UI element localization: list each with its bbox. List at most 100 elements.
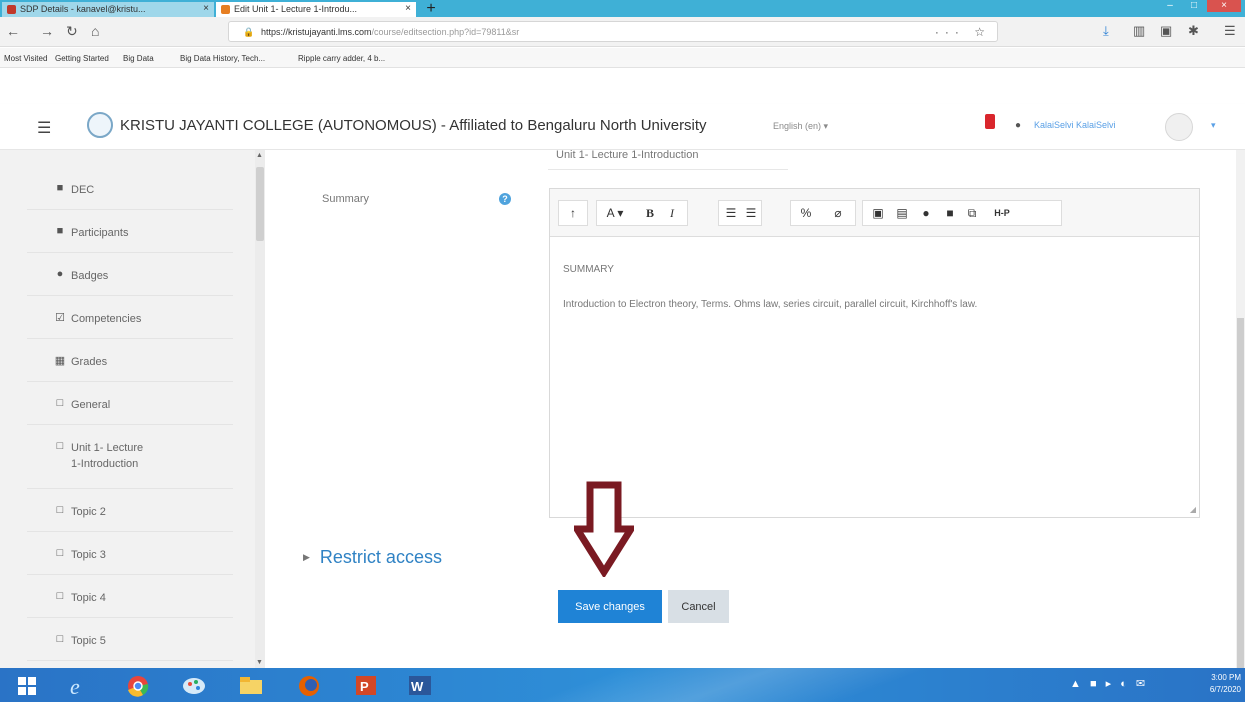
caret-right-icon: ▶	[303, 552, 310, 562]
save-changes-button[interactable]: Save changes	[558, 590, 662, 623]
folder-icon: □	[56, 633, 64, 645]
ordered-list-icon[interactable]: ☰	[742, 206, 760, 220]
manage-files-icon[interactable]: ⧉	[963, 206, 981, 221]
page-scrollbar-thumb[interactable]	[1237, 318, 1244, 668]
user-avatar[interactable]	[1165, 113, 1193, 141]
sidebar-item-unit-1-lecture[interactable]: □ Unit 1- Lecture 1-Introduction	[27, 425, 233, 489]
sidebar-item-label-line: Participants	[71, 227, 129, 239]
unlink-icon[interactable]: ⌀	[829, 206, 847, 220]
bookmark-most-visited[interactable]: Most Visited	[4, 54, 47, 63]
paint-icon[interactable]	[178, 673, 212, 698]
sidebar-item-label: Topic 2	[71, 504, 106, 520]
restrict-access-toggle[interactable]: ▶ Restrict access	[303, 547, 442, 568]
h5p-icon[interactable]: H-P	[987, 208, 1017, 218]
tab-close-icon[interactable]: ×	[405, 3, 411, 14]
user-name[interactable]: KalaiSelvi KalaiSelvi	[1034, 120, 1116, 130]
sidebar-item-label: DEC	[71, 182, 94, 198]
link-icon[interactable]: %	[797, 206, 815, 220]
sidebar-item-dec[interactable]: ■ DEC	[27, 167, 233, 210]
chrome-icon[interactable]	[121, 673, 155, 698]
system-tray-icons[interactable]: ▲ ■ ▸ ◐ ✉	[1070, 677, 1148, 690]
home-icon[interactable]: ⌂	[91, 23, 99, 39]
word-icon[interactable]: W	[403, 673, 437, 698]
college-logo[interactable]	[87, 112, 113, 138]
taskbar-glare	[520, 668, 940, 702]
microphone-icon[interactable]: ●	[917, 206, 935, 220]
unordered-list-icon[interactable]: ☰	[722, 206, 740, 220]
sidebar-toggle-icon[interactable]: ▣	[1160, 23, 1172, 39]
bold-icon[interactable]: B	[641, 206, 659, 221]
collapse-toolbar-icon[interactable]: ↑	[564, 206, 582, 220]
sidebar-item-label-line: Competencies	[71, 313, 142, 325]
toolbar-group: A ▾ B I	[596, 200, 688, 226]
sidebar-item-general[interactable]: □ General	[27, 382, 233, 425]
section-name-field[interactable]: Unit 1- Lecture 1-Introduction	[548, 145, 788, 170]
bookmarks-bar: Most Visited Getting Started Big Data Bi…	[0, 48, 1245, 68]
resize-handle-icon[interactable]: ◢	[1190, 505, 1196, 514]
site-name[interactable]: KRISTU JAYANTI COLLEGE (AUTONOMOUS) - Af…	[120, 117, 707, 134]
user-menu-caret-icon[interactable]: ▾	[1211, 120, 1216, 131]
download-icon[interactable]: ⤓	[1103, 23, 1109, 39]
browser-tab-sdp-details[interactable]: SDP Details - kanavel@kristu... ×	[2, 2, 214, 17]
font-style-button[interactable]: A ▾	[601, 206, 629, 220]
drawer-scrollbar-thumb[interactable]	[256, 167, 264, 241]
sidebar-item-badges[interactable]: ● Badges	[27, 253, 233, 296]
menu-icon[interactable]: ☰	[1224, 23, 1236, 39]
sidebar-item-label: Topic 5	[71, 633, 106, 649]
sidebar-item-topic-5[interactable]: □ Topic 5	[27, 618, 233, 661]
internet-explorer-icon[interactable]: e	[62, 673, 96, 698]
windows-start-icon[interactable]	[10, 673, 44, 698]
library-icon[interactable]: ▥	[1133, 23, 1145, 39]
media-icon[interactable]: ▤	[893, 206, 911, 220]
sidebar-item-topic-3[interactable]: □ Topic 3	[27, 532, 233, 575]
sidebar-item-label: Grades	[71, 354, 107, 370]
sidebar-item-competencies[interactable]: ☑ Competencies	[27, 296, 233, 339]
bookmark-getting-started[interactable]: Getting Started	[55, 54, 109, 63]
sidebar-item-topic-2[interactable]: □ Topic 2	[27, 489, 233, 532]
firefox-icon[interactable]	[292, 673, 326, 698]
italic-icon[interactable]: I	[663, 206, 681, 221]
clock-date: 6/7/2020	[1209, 685, 1241, 694]
sidebar-item-label: Participants	[71, 225, 128, 241]
bookmark-big-data[interactable]: Big Data	[123, 54, 154, 63]
forward-icon[interactable]: →	[40, 23, 54, 39]
sidebar-item-label-line: Badges	[71, 270, 109, 282]
powerpoint-icon[interactable]: P	[349, 673, 383, 698]
drawer-toggle-icon[interactable]: ☰	[37, 118, 51, 138]
page-actions-icon[interactable]: ··· ☆	[935, 25, 991, 39]
lock-icon: 🔒	[243, 27, 255, 37]
bookmark-ripple-carry-adder[interactable]: Ripple carry adder, 4 b...	[298, 54, 385, 63]
bookmark-big-data-history[interactable]: Big Data History, Tech...	[180, 54, 265, 63]
file-explorer-icon[interactable]	[234, 673, 268, 698]
minimize-icon[interactable]: –	[1159, 0, 1181, 12]
browser-tab-edit-unit[interactable]: Edit Unit 1- Lecture 1-Introdu... ×	[216, 2, 416, 17]
editor-content-area[interactable]: SUMMARY Introduction to Electron theory,…	[550, 237, 1199, 517]
sidebar-item-label-line: Topic 5	[71, 635, 106, 647]
cancel-button[interactable]: Cancel	[668, 590, 729, 623]
sidebar-item-topic-4[interactable]: □ Topic 4	[27, 575, 233, 618]
url-bar[interactable]: 🔒 https://kristujayanti.lms.com/course/e…	[228, 21, 998, 42]
video-camera-icon[interactable]: ■	[941, 206, 959, 220]
users-icon: ■	[56, 225, 64, 237]
scroll-down-icon[interactable]: ▼	[256, 659, 263, 666]
language-menu[interactable]: English (en) ▾	[773, 121, 828, 132]
help-icon[interactable]: ?	[499, 193, 511, 205]
messages-icon[interactable]: ●	[1015, 120, 1021, 131]
sidebar-item-label-line: DEC	[71, 184, 95, 196]
sidebar-item-grades[interactable]: ▦ Grades	[27, 339, 233, 382]
clock-time: 3:00 PM	[1211, 673, 1241, 682]
sidebar-item-participants[interactable]: ■ Participants	[27, 210, 233, 253]
extension-icon[interactable]: ✱	[1188, 23, 1199, 39]
new-tab-button[interactable]: +	[422, 0, 440, 18]
reload-icon[interactable]: ↻	[66, 23, 78, 40]
sidebar-item-label-line: Unit 1- Lecture	[71, 442, 144, 454]
image-icon[interactable]: ▣	[869, 206, 887, 220]
notifications-icon[interactable]	[985, 114, 995, 129]
svg-text:e: e	[70, 674, 80, 698]
back-icon[interactable]: ←	[6, 23, 20, 39]
maximize-icon[interactable]: □	[1183, 0, 1205, 12]
tab-close-icon[interactable]: ×	[203, 3, 209, 14]
scroll-up-icon[interactable]: ▲	[256, 152, 263, 159]
taskbar-clock[interactable]: 3:00 PM 6/7/2020	[1187, 672, 1241, 696]
window-close-icon[interactable]: ×	[1207, 0, 1241, 12]
